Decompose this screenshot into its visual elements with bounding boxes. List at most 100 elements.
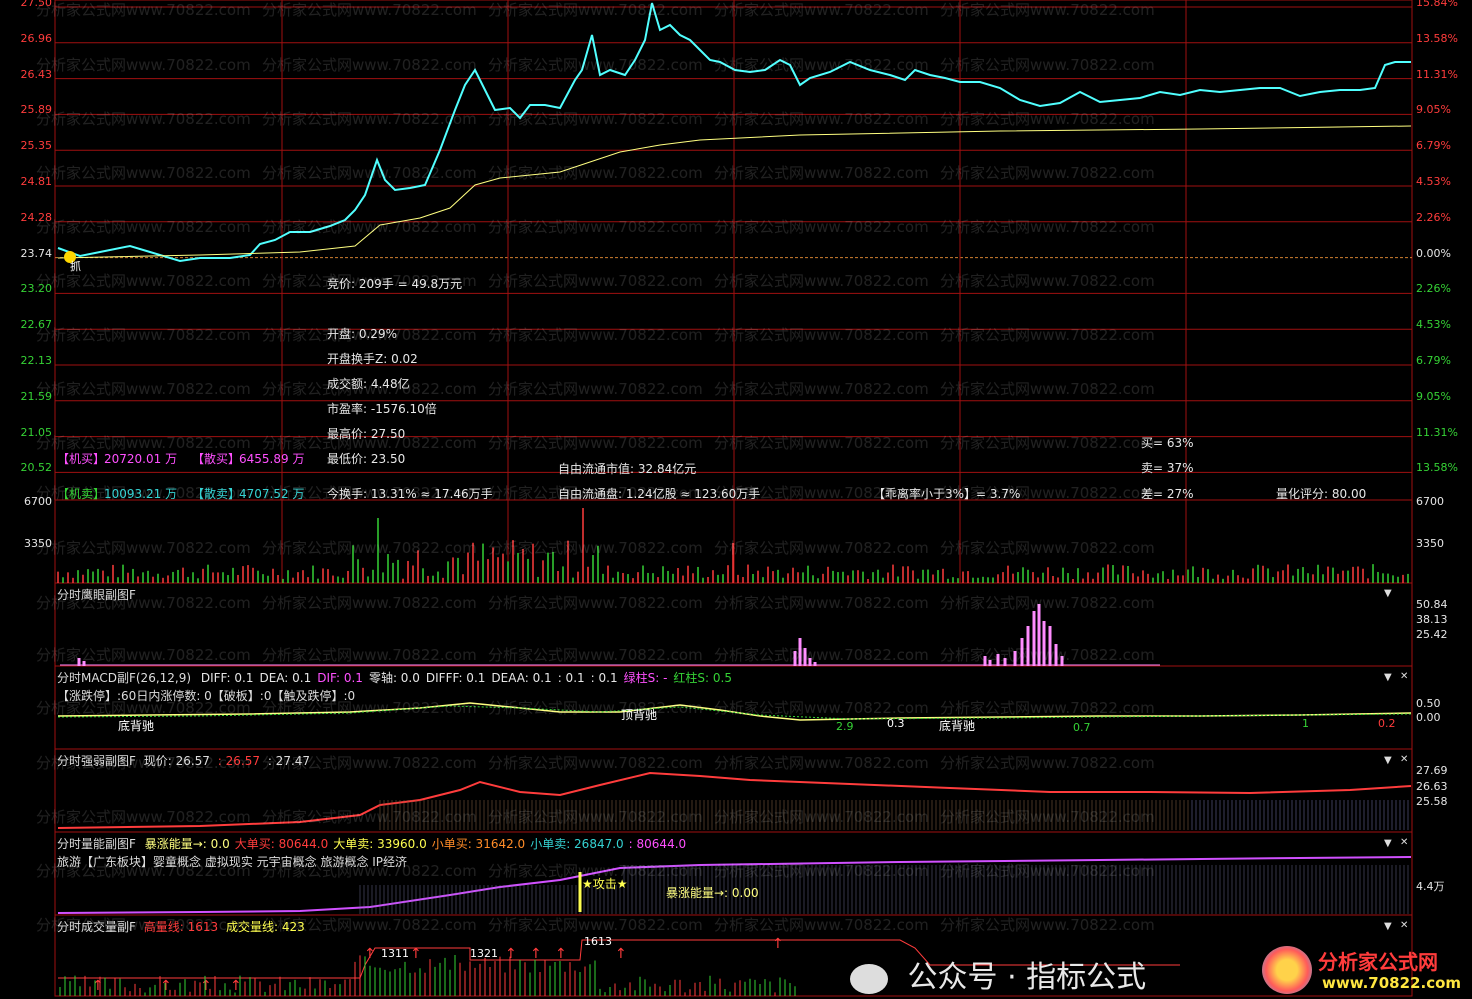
energy-close-icon[interactable]: ✕	[1400, 837, 1408, 848]
retail-buy-tag: 【散买】	[192, 452, 241, 466]
quote-info-line: 市盈率: -1576.10倍	[327, 402, 437, 416]
up-arrow-icon: ↑	[410, 946, 422, 962]
watermark-text: 分析家公式网www.70822.com	[940, 916, 1155, 934]
macd-stat: 绿柱S: -	[623, 671, 668, 685]
volume-label-top-right: 6700	[1416, 495, 1444, 508]
inst-sell-tag: 【机卖】	[57, 487, 106, 501]
macd-annot-val-2: 0.3	[887, 717, 905, 730]
watermark-text: 分析家公式网www.70822.com	[488, 1, 703, 19]
grab-marker-label: 抓	[70, 260, 81, 273]
stock-terminal: ↑ ↑ ↑ ↑ ↑ ↑ ↑ ↑ ↑ ↑ ↑ 分析家公式网www.70822.com 分析家公式网www.…	[0, 0, 1472, 999]
quote-info-line: 最低价: 23.50	[327, 452, 406, 466]
macd-stat: 红柱S: 0.5	[673, 671, 732, 685]
watermark-text: 分析家公式网www.70822.com	[488, 539, 703, 557]
turnover-panel-title: 分时成交量副F	[57, 920, 136, 934]
macd-stat: DIFF: 0.1	[200, 671, 254, 685]
turnover-close-icon[interactable]: ✕	[1400, 920, 1408, 931]
turnover-marker-2: 1321	[470, 947, 498, 960]
percent-label: 13.58%	[1416, 461, 1458, 475]
volume-label-top: 6700	[24, 495, 52, 508]
macd-annot-val-3: 0.7	[1073, 721, 1091, 734]
macd-close-icon[interactable]: ✕	[1400, 671, 1408, 682]
watermark-text: 分析家公式网www.70822.com	[940, 218, 1155, 236]
up-arrow-icon: ↑	[92, 978, 104, 994]
flower-logo-icon	[1262, 946, 1312, 994]
float-mcap-info: 自由流通市值: 32.84亿元	[558, 462, 697, 476]
macd-annot-top-div: 顶背驰	[621, 708, 658, 722]
macd-dropdown-icon[interactable]: ▼	[1384, 672, 1392, 683]
watermark-text: 分析家公式网www.70822.com	[940, 110, 1155, 128]
watermark-text: 分析家公式网www.70822.com	[714, 326, 929, 344]
price-label: 25.89	[20, 103, 53, 117]
strength-close-icon[interactable]: ✕	[1400, 754, 1408, 765]
energy-stats: 暴涨能量→: 0.0 大单买: 80644.0 大单卖: 33960.0 小单买: 3…	[140, 837, 686, 851]
macd-label-top: 0.50	[1416, 697, 1441, 710]
watermark-text: 分析家公式网www.70822.com	[714, 539, 929, 557]
watermark-text: 分析家公式网www.70822.com	[940, 56, 1155, 74]
watermark-text: 分析家公式网www.70822.com	[714, 434, 929, 452]
quote-info-line: 开盘: 0.29%	[327, 327, 397, 341]
macd-stat: DEAA: 0.1	[491, 671, 552, 685]
macd-annot-val-5: 0.2	[1378, 717, 1396, 730]
watermark-text: 分析家公式网www.70822.com	[714, 808, 929, 826]
high-volume-line: 高量线: 1613	[143, 920, 219, 934]
up-arrow-icon: ↑	[364, 946, 376, 962]
eagle-label-1: 50.84	[1416, 598, 1448, 611]
watermark-text: 分析家公式网www.70822.com	[940, 646, 1155, 664]
watermark-text: 分析家公式网www.70822.com	[488, 434, 703, 452]
watermark-text: 分析家公式网www.70822.com	[940, 754, 1155, 772]
deviation-info: 【乖离率小于3%】= 3.7%	[873, 487, 1021, 501]
percent-label: 6.79%	[1416, 139, 1451, 153]
price-label: 24.28	[20, 210, 53, 224]
macd-annot-bottom-div-2: 底背驰	[939, 719, 976, 733]
energy-label: 4.4万	[1416, 880, 1445, 893]
energy-dropdown-icon[interactable]: ▼	[1384, 838, 1392, 849]
strength-current-price: 现价: 26.57	[143, 754, 210, 768]
watermark-text: 分析家公式网www.70822.com	[714, 754, 929, 772]
inst-buy-tag: 【机买】	[57, 452, 106, 466]
up-arrow-icon: ↑	[615, 946, 627, 962]
surge-energy: 暴涨能量→: 0.00	[666, 886, 759, 900]
quant-score: 量化评分: 80.00	[1276, 487, 1367, 501]
watermark-text: 分析家公式网www.70822.com	[262, 539, 477, 557]
price-label: 22.13	[20, 354, 53, 367]
watermark-text: 分析家公式网www.70822.com	[36, 56, 251, 74]
watermark-text: 分析家公式网www.70822.com	[488, 808, 703, 826]
percent-label: 4.53%	[1416, 175, 1451, 188]
price-label: 27.50	[20, 0, 53, 9]
strength-label-2: 26.63	[1416, 780, 1448, 793]
watermark-text: 分析家公式网www.70822.com	[714, 164, 929, 182]
watermark-text: 分析家公式网www.70822.com	[488, 594, 703, 612]
percent-label: 2.26%	[1416, 282, 1451, 296]
turnover-dropdown-icon[interactable]: ▼	[1384, 921, 1392, 932]
watermark-text: 分析家公式网www.70822.com	[488, 326, 703, 344]
strength-dropdown-icon[interactable]: ▼	[1384, 755, 1392, 766]
watermark-text: 分析家公式网www.70822.com	[488, 110, 703, 128]
eagle-dropdown-icon[interactable]: ▼	[1384, 588, 1392, 599]
macd-annot-val-1: 2.9	[836, 720, 854, 733]
percent-label: 6.79%	[1416, 354, 1451, 367]
watermark-text: 分析家公式网www.70822.com	[714, 110, 929, 128]
watermark-text: 分析家公式网www.70822.com	[714, 916, 929, 934]
retail-buy-value: 6455.89 万	[239, 452, 305, 466]
watermark-text: 分析家公式网www.70822.com	[262, 646, 477, 664]
macd-annot-bottom-div-1: 底背驰	[118, 719, 155, 733]
watermark-text: 分析家公式网www.70822.com	[36, 326, 251, 344]
energy-panel-title: 分时量能副图F	[57, 837, 136, 851]
volume-label-mid: 3350	[24, 537, 52, 550]
watermark-text: 分析家公式网www.70822.com	[488, 699, 703, 717]
watermark-text: 分析家公式网www.70822.com	[36, 164, 251, 182]
percent-label: 4.53%	[1416, 318, 1451, 332]
energy-stat: 大单买: 80644.0	[234, 837, 329, 851]
energy-stat: : 80644.0	[628, 837, 687, 851]
up-arrow-icon: ↑	[530, 946, 542, 962]
macd-annot-val-4: 1	[1302, 717, 1309, 730]
watermark-text: 分析家公式网www.70822.com	[940, 808, 1155, 826]
price-label: 20.52	[20, 461, 53, 475]
percent-label: 2.26%	[1416, 210, 1451, 224]
percent-label: 0.00%	[1416, 246, 1451, 260]
turnover-marker-3: 1613	[584, 935, 612, 948]
price-label: 24.81	[20, 175, 53, 188]
energy-stat: 暴涨能量→: 0.0	[144, 837, 230, 851]
watermark-text: 分析家公式网www.70822.com	[488, 754, 703, 772]
